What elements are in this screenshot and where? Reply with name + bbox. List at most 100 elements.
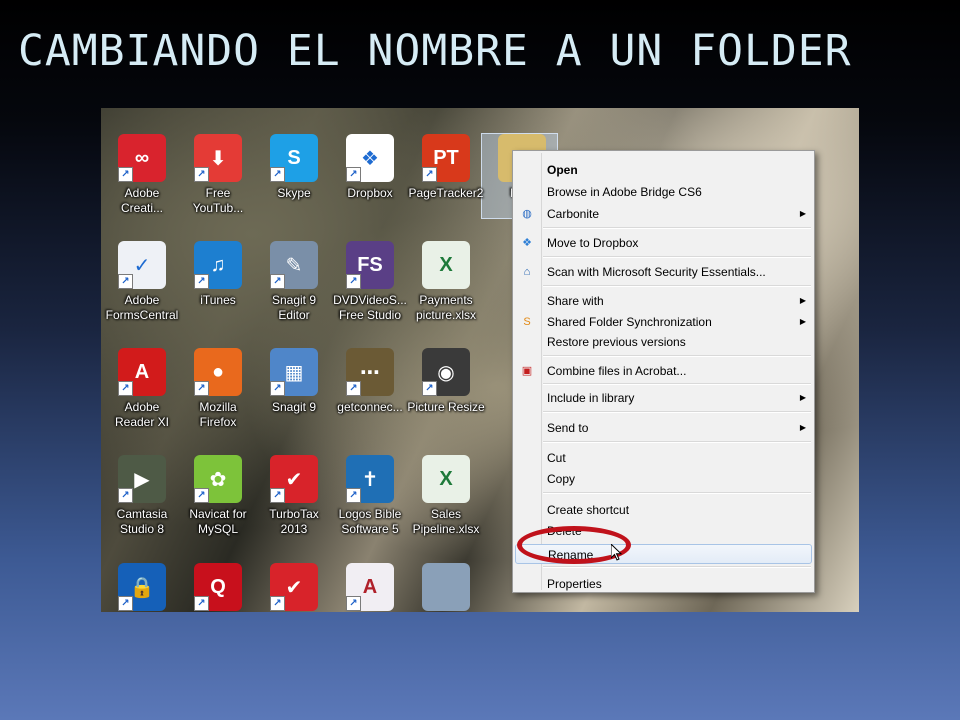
menu-item-copy[interactable]: Copy <box>515 469 812 489</box>
menu-item-label: Carbonite <box>547 207 600 221</box>
menu-separator <box>543 566 811 568</box>
dropbox-icon: ❖ ↗ <box>346 134 394 182</box>
desktop-icon[interactable]: ♫ ↗ iTunes <box>177 241 259 308</box>
desktop-icon[interactable]: X Payments picture.xlsx <box>405 241 487 323</box>
menu-item-send-to[interactable]: Send to ▶ <box>515 418 812 438</box>
menu-item-open[interactable]: Open <box>515 160 812 180</box>
desktop-icon[interactable]: ∞ ↗ Adobe Creati... <box>101 134 183 216</box>
shortcut-arrow-icon: ↗ <box>194 274 209 289</box>
shortcut-arrow-icon: ↗ <box>270 167 285 182</box>
desktop-icon[interactable]: A ↗ Adobe Reader XI <box>101 348 183 430</box>
firefox-icon: ● ↗ <box>194 348 242 396</box>
menu-separator <box>543 492 811 494</box>
desktop-icon[interactable]: ✿ ↗ Navicat for MySQL <box>177 455 259 537</box>
desktop-icon-label: Adobe Reader XI <box>114 400 170 429</box>
carbonite-icon: ◍ <box>522 208 532 220</box>
shortcut-arrow-icon: ↗ <box>422 381 437 396</box>
menu-item-create-shortcut[interactable]: Create shortcut <box>515 500 812 520</box>
submenu-arrow-icon: ▶ <box>799 393 806 402</box>
dropbox-icon: ❖ <box>522 237 532 249</box>
desktop-icon[interactable]: ● ↗ Mozilla Firefox <box>177 348 259 430</box>
desktop-icon[interactable]: ✝ ↗ Logos Bible Software 5 <box>329 455 411 537</box>
desktop-icon-label: Adobe FormsCentral <box>105 293 179 322</box>
menu-item-restore-previous-versions[interactable]: Restore previous versions <box>515 332 812 352</box>
camera-icon: ◉ ↗ <box>422 348 470 396</box>
desktop-icon-label: Dropbox <box>347 186 393 200</box>
menu-item-carbonite[interactable]: ◍ Carbonite ▶ <box>515 204 812 224</box>
menu-separator <box>543 383 811 385</box>
desktop-icon[interactable]: ✎ ↗ Snagit 9 Editor <box>253 241 335 323</box>
desktop-icon[interactable]: ❖ ↗ Dropbox <box>329 134 411 201</box>
menu-item-label: Properties <box>547 577 602 591</box>
menu-item-properties[interactable]: Properties <box>515 574 812 594</box>
desktop-icon-label: Camtasia Studio 8 <box>116 507 168 536</box>
menu-item-label: Restore previous versions <box>547 335 686 349</box>
desktop-icon[interactable]: A ↗ <box>329 563 411 611</box>
submenu-arrow-icon: ▶ <box>799 317 806 326</box>
desktop-icon[interactable]: ⬇ ↗ Free YouTub... <box>177 134 259 216</box>
menu-item-move-to-dropbox[interactable]: ❖ Move to Dropbox <box>515 233 812 253</box>
shortcut-arrow-icon: ↗ <box>346 167 361 182</box>
desktop-icon[interactable]: PT ↗ PageTracker2 <box>405 134 487 201</box>
skype-icon: S ↗ <box>270 134 318 182</box>
submenu-arrow-icon: ▶ <box>799 296 806 305</box>
itunes-icon: ♫ ↗ <box>194 241 242 289</box>
shortcut-arrow-icon: ↗ <box>118 596 133 611</box>
image-file-icon <box>422 563 470 611</box>
shortcut-arrow-icon: ↗ <box>194 167 209 182</box>
pagetracker-icon: PT ↗ <box>422 134 470 182</box>
desktop-icon-label: Adobe Creati... <box>120 186 163 215</box>
desktop-icon[interactable]: FS ↗ DVDVideoS... Free Studio <box>329 241 411 323</box>
turbotax-icon: ✔ ↗ <box>270 455 318 503</box>
menu-item-label: Browse in Adobe Bridge CS6 <box>547 185 702 199</box>
sync-icon: S <box>523 316 531 328</box>
desktop-icon[interactable]: ✓ ↗ Adobe FormsCentral <box>101 241 183 323</box>
shortcut-arrow-icon: ↗ <box>194 488 209 503</box>
desktop-icon[interactable]: ◉ ↗ Picture Resize <box>405 348 487 415</box>
menu-item-label: Open <box>547 163 578 177</box>
desktop-icon[interactable]: ⋯ ↗ getconnec... <box>329 348 411 415</box>
desktop-icon-label: Mozilla Firefox <box>199 400 237 429</box>
menu-item-label: Create shortcut <box>547 503 630 517</box>
lock-icon: 🔒 ↗ <box>118 563 166 611</box>
menu-item-scan-with-microsoft-security-essentials[interactable]: ⌂ Scan with Microsoft Security Essentials… <box>515 262 812 282</box>
desktop-icon[interactable]: ✔ ↗ <box>253 563 335 611</box>
menu-separator <box>543 256 811 258</box>
menu-item-include-in-library[interactable]: Include in library ▶ <box>515 388 812 408</box>
menu-item-shared-folder-synchronization[interactable]: S Shared Folder Synchronization ▶ <box>515 312 812 332</box>
menu-item-label: Combine files in Acrobat... <box>547 364 687 378</box>
menu-item-label: Move to Dropbox <box>547 236 639 250</box>
desktop-icon[interactable]: ▶ ↗ Camtasia Studio 8 <box>101 455 183 537</box>
desktop-icon[interactable]: ✔ ↗ TurboTax 2013 <box>253 455 335 537</box>
forms-central-icon: ✓ ↗ <box>118 241 166 289</box>
desktop-icon[interactable] <box>405 563 487 611</box>
desktop-icon-label: Picture Resize <box>407 400 485 414</box>
menu-item-combine-files-in-acrobat[interactable]: ▣ Combine files in Acrobat... <box>515 361 812 381</box>
menu-item-label: Scan with Microsoft Security Essentials.… <box>547 265 766 279</box>
security-essentials-icon: ⌂ <box>523 266 531 278</box>
desktop-icon-label: TurboTax 2013 <box>269 507 319 536</box>
desktop-icon[interactable]: Q ↗ <box>177 563 259 611</box>
menu-separator <box>543 441 811 443</box>
shortcut-arrow-icon: ↗ <box>194 596 209 611</box>
desktop-icon[interactable]: ▦ ↗ Snagit 9 <box>253 348 335 415</box>
shortcut-arrow-icon: ↗ <box>346 596 361 611</box>
menu-separator <box>543 285 811 287</box>
desktop-icon-label: Navicat for MySQL <box>189 507 247 536</box>
submenu-arrow-icon: ▶ <box>799 423 806 432</box>
desktop-icon[interactable]: S ↗ Skype <box>253 134 335 201</box>
menu-item-share-with[interactable]: Share with ▶ <box>515 291 812 311</box>
desktop-icon[interactable]: 🔒 ↗ <box>101 563 183 611</box>
desktop-icon[interactable]: X Sales Pipeline.xlsx <box>405 455 487 537</box>
menu-item-label: Copy <box>547 472 576 486</box>
menu-item-cut[interactable]: Cut <box>515 448 812 468</box>
turbotax-icon: ✔ ↗ <box>270 563 318 611</box>
logos-bible-icon: ✝ ↗ <box>346 455 394 503</box>
desktop-icon-label: Skype <box>277 186 311 200</box>
menu-item-browse-in-adobe-bridge-cs6[interactable]: Browse in Adobe Bridge CS6 <box>515 182 812 202</box>
menu-separator <box>543 227 811 229</box>
desktop-icon-label: Payments picture.xlsx <box>415 293 477 322</box>
desktop-icon-label: iTunes <box>200 293 236 307</box>
acrobat-icon: ▣ <box>521 365 533 377</box>
menu-item-label: Share with <box>547 294 604 308</box>
